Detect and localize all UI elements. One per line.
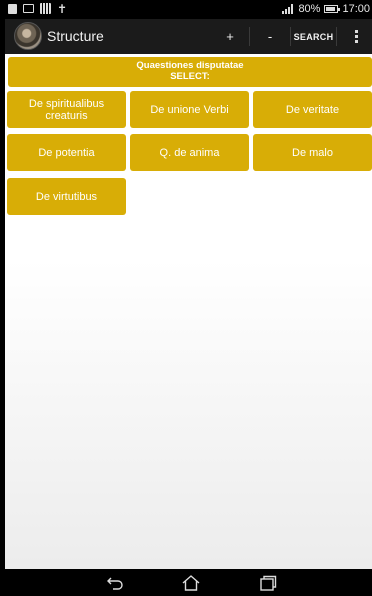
section-header: Quaestiones disputatae SELECT:: [8, 57, 372, 87]
navigation-bar: [5, 569, 372, 596]
header-subtitle: SELECT:: [170, 70, 210, 82]
action-bar: Structure + - SEARCH: [5, 19, 372, 54]
list-item-de-veritate[interactable]: De veritate: [253, 91, 372, 128]
list-item-q-de-anima[interactable]: Q. de anima: [130, 134, 249, 171]
list-item-de-virtutibus[interactable]: De virtutibus: [7, 178, 126, 215]
overflow-menu-icon[interactable]: [343, 19, 369, 54]
list-item-de-potentia[interactable]: De potentia: [7, 134, 126, 171]
signal-icon: [282, 4, 294, 14]
cross-icon: ✝: [57, 1, 68, 16]
app-icon[interactable]: [14, 22, 42, 50]
list-item-de-spiritualibus-creaturis[interactable]: De spiritualibus creaturis: [7, 91, 126, 128]
main-content: Quaestiones disputatae SELECT: De spirit…: [5, 54, 372, 569]
page-title: Structure: [47, 28, 104, 44]
list-item-de-unione-verbi[interactable]: De unione Verbi: [130, 91, 249, 128]
status-bar: ✝ 80% 17:00: [0, 0, 372, 19]
zoom-out-button[interactable]: -: [250, 19, 290, 54]
search-button[interactable]: SEARCH: [291, 19, 336, 54]
divider: [336, 27, 337, 46]
notification-icons: ✝: [8, 1, 68, 16]
qr-code-icon: [40, 3, 51, 14]
battery-percent: 80%: [298, 3, 321, 15]
sd-card-icon: [8, 3, 17, 14]
battery-icon: [324, 5, 341, 13]
clock: 17:00: [342, 3, 370, 15]
list-item-de-malo[interactable]: De malo: [253, 134, 372, 171]
system-status: 80% 17:00: [282, 3, 370, 15]
header-title: Quaestiones disputatae: [136, 60, 244, 71]
home-icon[interactable]: [179, 573, 203, 593]
back-icon[interactable]: [103, 573, 127, 593]
message-icon: [23, 4, 34, 13]
zoom-in-button[interactable]: +: [210, 19, 250, 54]
recent-apps-icon[interactable]: [256, 573, 280, 593]
